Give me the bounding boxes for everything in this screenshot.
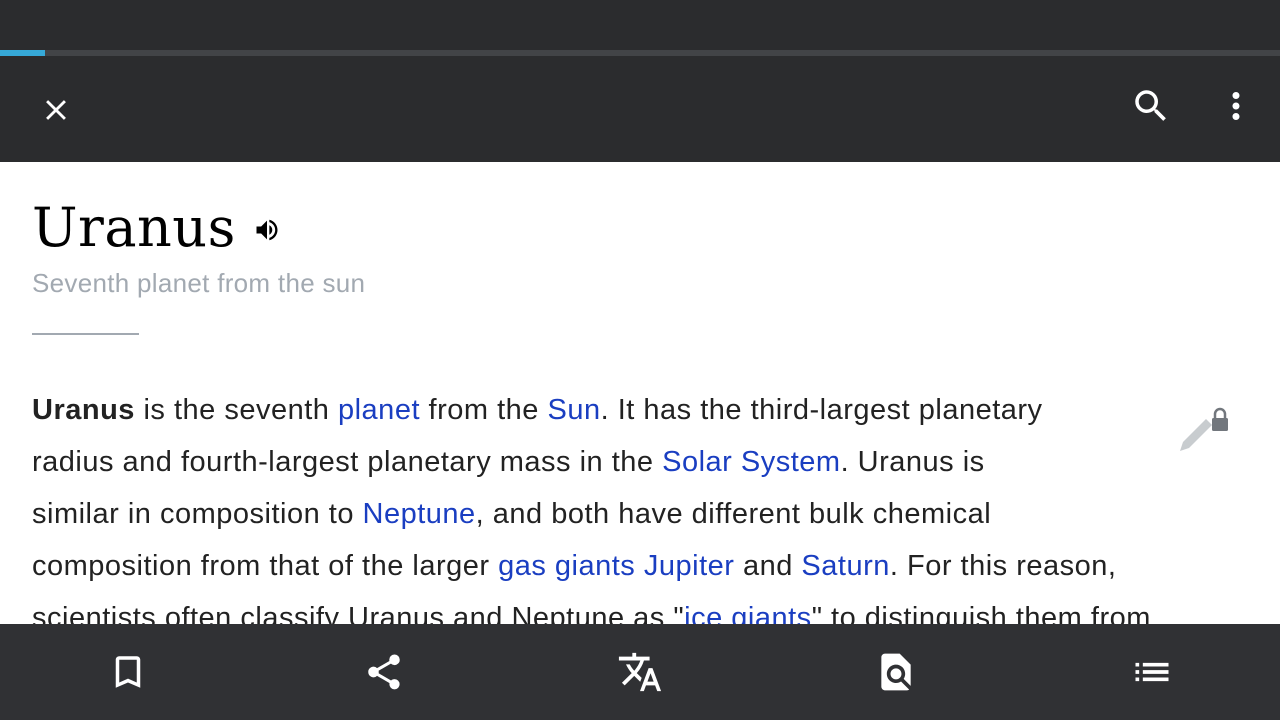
top-toolbar (0, 56, 1280, 162)
more-options-button[interactable] (1212, 74, 1260, 138)
text-span: similar in composition to (32, 498, 363, 530)
contents-list-icon (1135, 662, 1169, 682)
text-span: radius and fourth-largest planetary mass… (32, 446, 663, 478)
share-icon (368, 654, 400, 690)
translate-icon (618, 652, 662, 692)
text-span: " to distinguish them from (811, 602, 1151, 624)
bottom-action-bar (0, 624, 1280, 720)
page-title: Uranus (32, 195, 236, 259)
link-planet[interactable]: planet (338, 394, 420, 426)
text-span: , and both have different bulk chemical (475, 498, 992, 530)
link-gas-giants[interactable]: gas giants Jupiter (498, 550, 734, 582)
text-span: composition from that of the larger (32, 550, 499, 582)
article-content: Uranus Seventh planet from the sun Uranu… (0, 162, 1280, 624)
bookmark-icon (115, 656, 141, 688)
find-in-page-icon (881, 653, 911, 691)
close-icon (46, 100, 66, 120)
speaker-icon (256, 219, 278, 241)
article-line: similar in composition to Neptune, and b… (32, 488, 1252, 540)
close-button[interactable] (24, 78, 88, 142)
text-span: . It has the third-largest planetary (600, 394, 1043, 426)
article-line: composition from that of the larger gas … (32, 540, 1252, 592)
article-line: radius and fourth-largest planetary mass… (32, 436, 1252, 488)
bold-term: Uranus (32, 394, 135, 426)
link-solar-system[interactable]: Solar System (662, 446, 840, 478)
text-span: scientists often classify Uranus and Nep… (32, 602, 685, 624)
article-line: Uranus is the seventh planet from the Su… (32, 384, 1252, 436)
table-of-contents-button[interactable] (1128, 648, 1176, 696)
text-span: . Uranus is (840, 446, 985, 478)
more-vert-icon (1232, 92, 1240, 120)
title-divider (32, 333, 139, 335)
link-neptune[interactable]: Neptune (363, 498, 476, 530)
link-sun[interactable]: Sun (548, 394, 601, 426)
article-line: scientists often classify Uranus and Nep… (32, 592, 1252, 624)
article-lead-paragraph: Uranus is the seventh planet from the Su… (32, 384, 1252, 624)
page-description: Seventh planet from the sun (32, 268, 366, 298)
bookmark-button[interactable] (104, 648, 152, 696)
change-language-button[interactable] (616, 648, 664, 696)
link-saturn[interactable]: Saturn (801, 550, 889, 582)
title-row: Uranus (32, 192, 282, 262)
text-span: and (734, 550, 802, 582)
status-bar (0, 0, 1280, 50)
text-span: . For this reason, (889, 550, 1117, 582)
share-button[interactable] (360, 648, 408, 696)
text-span: is the seventh (134, 394, 338, 426)
find-in-page-button[interactable] (872, 648, 920, 696)
pronunciation-button[interactable] (252, 215, 282, 245)
text-span: from the (420, 394, 548, 426)
link-ice-giants[interactable]: ice giants (684, 602, 812, 624)
search-icon (1135, 90, 1166, 121)
search-button[interactable] (1119, 74, 1183, 138)
